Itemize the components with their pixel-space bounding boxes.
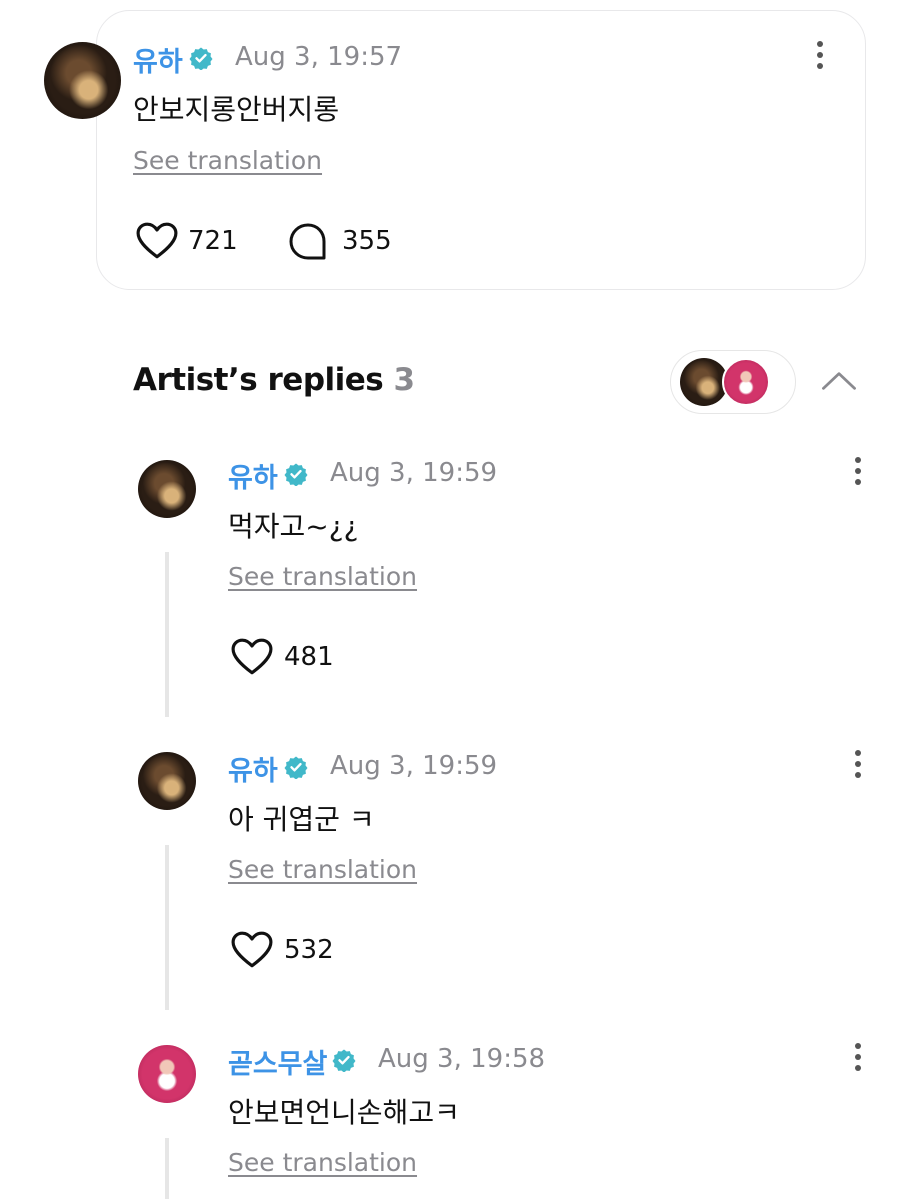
verified-badge-icon (284, 756, 308, 779)
artist-replies-count: 3 (393, 362, 416, 398)
post-more-button[interactable] (815, 41, 825, 75)
post-author-name[interactable]: 유하 (133, 40, 183, 79)
post-author-avatar[interactable] (44, 42, 121, 119)
reply-2-author-name[interactable]: 유하 (228, 749, 278, 788)
post-like-count: 721 (188, 226, 238, 256)
heart-icon[interactable] (136, 222, 178, 260)
post-text: 안보지롱안버지롱 (133, 93, 340, 126)
post-see-translation-link[interactable]: See translation (133, 146, 322, 175)
verified-badge-icon (284, 463, 308, 486)
reply-3-more-button[interactable] (853, 1043, 863, 1077)
more-vertical-icon (855, 1043, 861, 1049)
reply-2-see-translation-link[interactable]: See translation (228, 855, 417, 884)
verified-badge-icon (332, 1049, 356, 1072)
artist-avatar-1 (680, 358, 728, 406)
reply-3-thread-line (165, 1138, 169, 1199)
reply-1-author-name[interactable]: 유하 (228, 456, 278, 495)
reply-3-avatar[interactable] (138, 1045, 196, 1103)
heart-icon[interactable] (231, 931, 273, 969)
reply-2-avatar[interactable] (138, 752, 196, 810)
reply-1-see-translation-link[interactable]: See translation (228, 562, 417, 591)
reply-2-timestamp: Aug 3, 19:59 (330, 751, 498, 781)
post-comment-count: 355 (342, 226, 392, 256)
reply-1-text: 먹자고~¿¿ (228, 510, 359, 543)
reply-3-author-name[interactable]: 곧스무살 (228, 1042, 327, 1081)
chevron-up-icon[interactable] (820, 370, 858, 392)
artist-avatar-2 (722, 358, 770, 406)
artist-replies-title: Artist’s replies (133, 362, 384, 398)
post-timestamp: Aug 3, 19:57 (235, 42, 403, 72)
verified-badge-icon (189, 47, 213, 70)
reply-1-timestamp: Aug 3, 19:59 (330, 458, 498, 488)
more-vertical-icon (855, 457, 861, 463)
more-vertical-icon (817, 41, 823, 47)
reply-2-thread-line (165, 845, 169, 1010)
reply-3-timestamp: Aug 3, 19:58 (378, 1044, 546, 1074)
comment-bubble-icon[interactable] (288, 222, 328, 262)
reply-1-more-button[interactable] (853, 457, 863, 491)
heart-icon[interactable] (231, 638, 273, 676)
reply-2-text: 아 귀엽군 ㅋ (228, 803, 375, 836)
artist-replies-heading: Artist’s replies 3 (133, 362, 415, 398)
reply-2-more-button[interactable] (853, 750, 863, 784)
reply-2-like-count: 532 (284, 935, 334, 965)
reply-1-thread-line (165, 552, 169, 717)
reply-3-text: 안보면언니손해고ㅋ (228, 1096, 460, 1129)
more-vertical-icon (855, 750, 861, 756)
reply-1-avatar[interactable] (138, 460, 196, 518)
reply-1-like-count: 481 (284, 642, 334, 672)
reply-3-see-translation-link[interactable]: See translation (228, 1148, 417, 1177)
